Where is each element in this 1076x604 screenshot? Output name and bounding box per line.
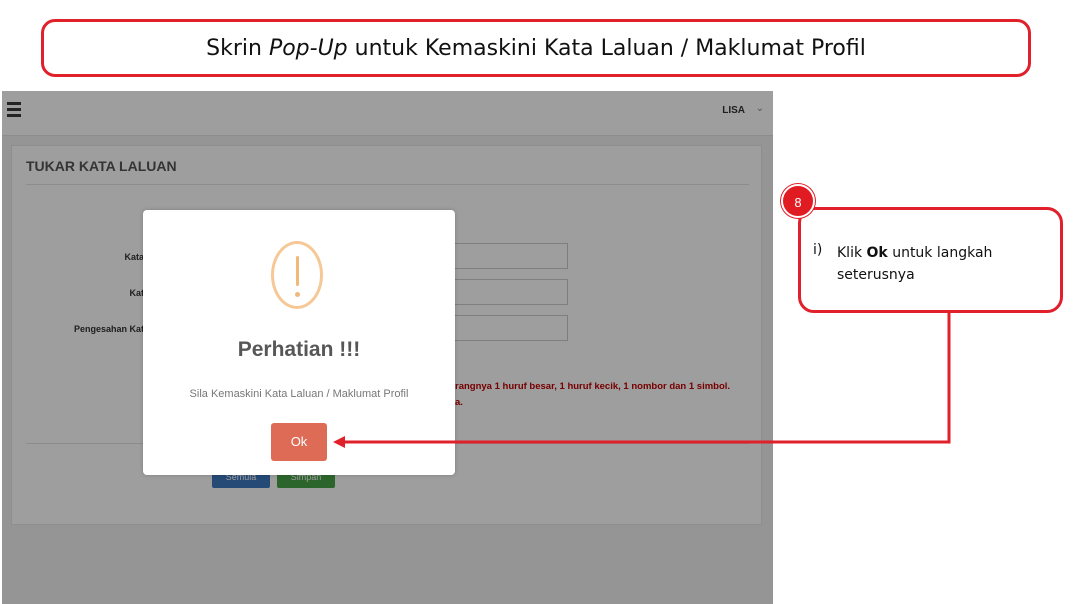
pointer-arrow [333, 313, 951, 448]
